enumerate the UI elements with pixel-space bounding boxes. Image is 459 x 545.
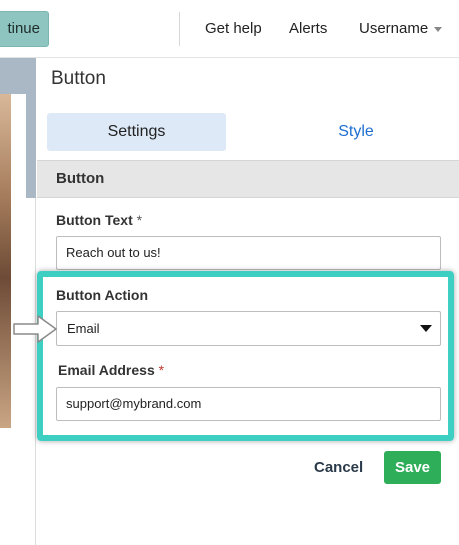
- tab-settings[interactable]: Settings: [47, 113, 226, 151]
- panel-title: Button: [51, 68, 106, 89]
- save-button[interactable]: Save: [384, 451, 441, 484]
- alerts-link[interactable]: Alerts: [289, 20, 327, 37]
- username-menu[interactable]: Username: [359, 20, 443, 37]
- button-text-input[interactable]: Reach out to us!: [56, 236, 441, 270]
- arrow-right-icon: [13, 315, 57, 343]
- required-mark: *: [136, 212, 143, 228]
- section-header[interactable]: Button: [37, 160, 459, 198]
- continue-button[interactable]: tinue: [0, 11, 49, 47]
- tab-style[interactable]: Style: [271, 113, 441, 151]
- username-label: Username: [359, 20, 429, 37]
- chevron-down-icon: [434, 26, 443, 32]
- get-help-link[interactable]: Get help: [205, 20, 262, 37]
- preview-image: [0, 94, 11, 428]
- top-nav: tinue Get help Alerts Username: [0, 0, 459, 58]
- preview-image-frame: [0, 94, 26, 428]
- nav-divider: [179, 12, 180, 46]
- button-text-label-text: Button Text: [56, 212, 133, 228]
- cancel-button[interactable]: Cancel: [314, 459, 363, 476]
- button-text-label: Button Text *: [56, 212, 142, 228]
- page-preview: [0, 58, 36, 545]
- highlight-callout: [37, 271, 454, 441]
